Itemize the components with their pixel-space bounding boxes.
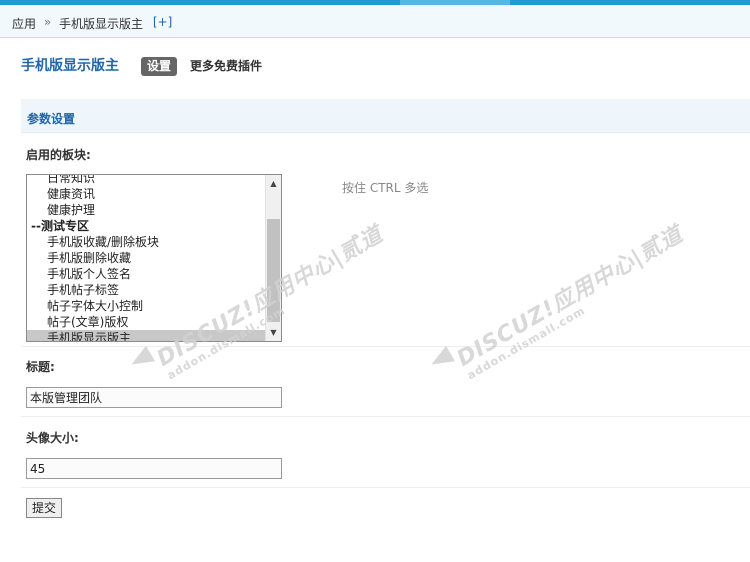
forum-option[interactable]: 帖子字体大小控制 <box>27 298 265 314</box>
forum-option[interactable]: 手机帖子标签 <box>27 282 265 298</box>
tab-settings[interactable]: 设置 <box>141 57 178 76</box>
breadcrumb-current: 手机版显示版主 <box>59 17 144 31</box>
watermark-arrow-icon <box>126 345 156 373</box>
divider <box>21 487 750 488</box>
breadcrumb: 应用 » 手机版显示版主 [+] <box>0 5 750 38</box>
watermark-logo: |贰道 <box>327 222 388 272</box>
breadcrumb-separator: » <box>43 15 52 29</box>
title-label: 标题: <box>26 360 55 374</box>
breadcrumb-root[interactable]: 应用 <box>12 15 36 32</box>
page-title: 手机版显示版主 <box>21 58 119 74</box>
scroll-down-arrow-icon[interactable]: ▼ <box>266 324 281 341</box>
plugin-header: 手机版显示版主 设置 更多免费插件 <box>21 56 721 76</box>
watermark: DISCUZ!应用中心|贰道 addon.dismall.com <box>450 217 694 382</box>
forums-label: 启用的板块: <box>26 148 91 162</box>
listbox-scrollbar[interactable]: ▲ ▼ <box>265 175 281 341</box>
divider <box>21 416 750 417</box>
forum-option[interactable]: 手机版个人签名 <box>27 266 265 282</box>
submit-button[interactable]: 提交 <box>26 498 63 518</box>
scroll-up-arrow-icon[interactable]: ▲ <box>266 175 281 192</box>
more-plugins-link[interactable]: 更多免费插件 <box>190 56 262 76</box>
forums-multiselect[interactable]: 日常知识 健康资讯 健康护理 --测试专区 手机版收藏/删除板块 手机版删除收藏 手机版个人… <box>26 174 282 342</box>
forum-option[interactable]: 手机版收藏/删除板块 <box>27 234 265 250</box>
watermark-arrow-icon <box>426 345 456 373</box>
forum-option[interactable]: 帖子(文章)版权 <box>27 314 265 330</box>
avatar-size-input[interactable] <box>26 458 282 479</box>
forum-option[interactable]: 日常知识 <box>27 175 265 186</box>
forum-option[interactable]: 健康资讯 <box>27 186 265 202</box>
add-to-menu-link[interactable]: [+] <box>153 15 172 29</box>
watermark-site: addon.dismall.com <box>465 303 588 383</box>
watermark-logo: |贰道 <box>627 222 688 272</box>
scroll-thumb[interactable] <box>267 219 280 322</box>
multiselect-hint: 按住 CTRL 多选 <box>342 181 429 195</box>
section-title: 参数设置 <box>21 99 750 133</box>
forum-option[interactable]: 手机版显示版主 <box>27 330 265 341</box>
forums-options: 日常知识 健康资讯 健康护理 --测试专区 手机版收藏/删除板块 手机版删除收藏 手机版个人… <box>27 175 265 341</box>
avatar-size-label: 头像大小: <box>26 431 79 445</box>
divider <box>21 346 750 347</box>
title-input[interactable] <box>26 387 282 408</box>
forum-group-option[interactable]: --测试专区 <box>27 218 265 234</box>
forum-option[interactable]: 手机版删除收藏 <box>27 250 265 266</box>
watermark-brand: DISCUZ!应用中心 <box>453 249 640 372</box>
forum-option[interactable]: 健康护理 <box>27 202 265 218</box>
